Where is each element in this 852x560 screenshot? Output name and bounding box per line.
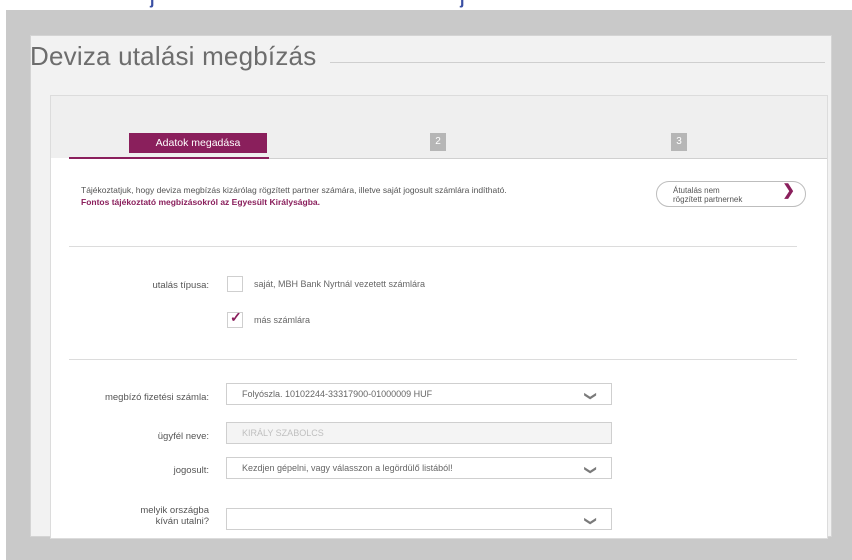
beneficiary-placeholder: Kezdjen gépelni, vagy válasszon a legörd…	[242, 463, 453, 473]
stepper: Adatok megadása 2 3	[51, 96, 827, 158]
transfer-type-label: utalás típusa:	[152, 280, 209, 291]
other-account-checkbox[interactable]: ✓	[227, 309, 243, 328]
own-account-checkbox[interactable]	[227, 276, 243, 292]
country-label-line2: kíván utalni?	[155, 516, 209, 527]
client-name-label: ügyfél neve:	[157, 431, 209, 442]
client-name-value: KIRÁLY SZABOLCS	[242, 428, 324, 438]
stepper-progress	[69, 157, 269, 159]
page-title: Deviza utalási megbízás	[30, 41, 317, 71]
country-label: melyik országba kíván utalni?	[51, 505, 209, 527]
beneficiary-select[interactable]: Kezdjen gépelni, vagy válasszon a legörd…	[226, 457, 612, 479]
unregistered-partner-button[interactable]: Átutalás nem rögzített partnernek ❯	[656, 181, 806, 207]
payer-account-value: Folyószla. 10102244-33317900-01000009 HU…	[242, 389, 433, 399]
cropped-text-fragment: ȷ	[460, 0, 464, 9]
title-divider	[330, 62, 825, 63]
step-1-active[interactable]: Adatok megadása	[129, 133, 267, 153]
chevron-down-icon: ❯	[583, 464, 598, 476]
section-divider	[69, 359, 797, 360]
chevron-right-icon: ❯	[782, 182, 795, 199]
partner-button-line2: rögzített partnernek	[673, 195, 743, 204]
section-divider	[69, 246, 797, 247]
step-2[interactable]: 2	[430, 133, 446, 151]
client-name-field: KIRÁLY SZABOLCS	[226, 422, 612, 444]
top-cropped-banner: ȷ ȷ	[0, 0, 852, 10]
country-select[interactable]: ❯	[226, 508, 612, 530]
info-text: Tájékoztatjuk, hogy deviza megbízás kizá…	[81, 184, 661, 208]
step-3[interactable]: 3	[671, 133, 687, 151]
form-card: Adatok megadása 2 3 Tájékoztatjuk, hogy …	[50, 95, 828, 539]
info-body: Tájékoztatjuk, hogy deviza megbízás kizá…	[81, 185, 507, 195]
uk-info-link[interactable]: Fontos tájékoztató megbízásokról az Egye…	[81, 197, 320, 207]
payer-account-label: megbízó fizetési számla:	[104, 392, 209, 403]
chevron-down-icon: ❯	[583, 515, 598, 527]
stepper-baseline	[269, 158, 827, 159]
cropped-text-fragment: ȷ	[150, 0, 154, 9]
country-label-line1: melyik országba	[140, 505, 209, 516]
chevron-down-icon: ❯	[583, 390, 598, 402]
beneficiary-label: jogosult:	[173, 465, 209, 476]
own-account-option[interactable]: saját, MBH Bank Nyrtnál vezetett számlár…	[254, 279, 425, 289]
check-icon: ✓	[230, 309, 242, 325]
partner-button-line1: Átutalás nem	[673, 186, 720, 195]
payer-account-select[interactable]: Folyószla. 10102244-33317900-01000009 HU…	[226, 383, 612, 405]
other-account-option[interactable]: más számlára	[254, 315, 310, 325]
